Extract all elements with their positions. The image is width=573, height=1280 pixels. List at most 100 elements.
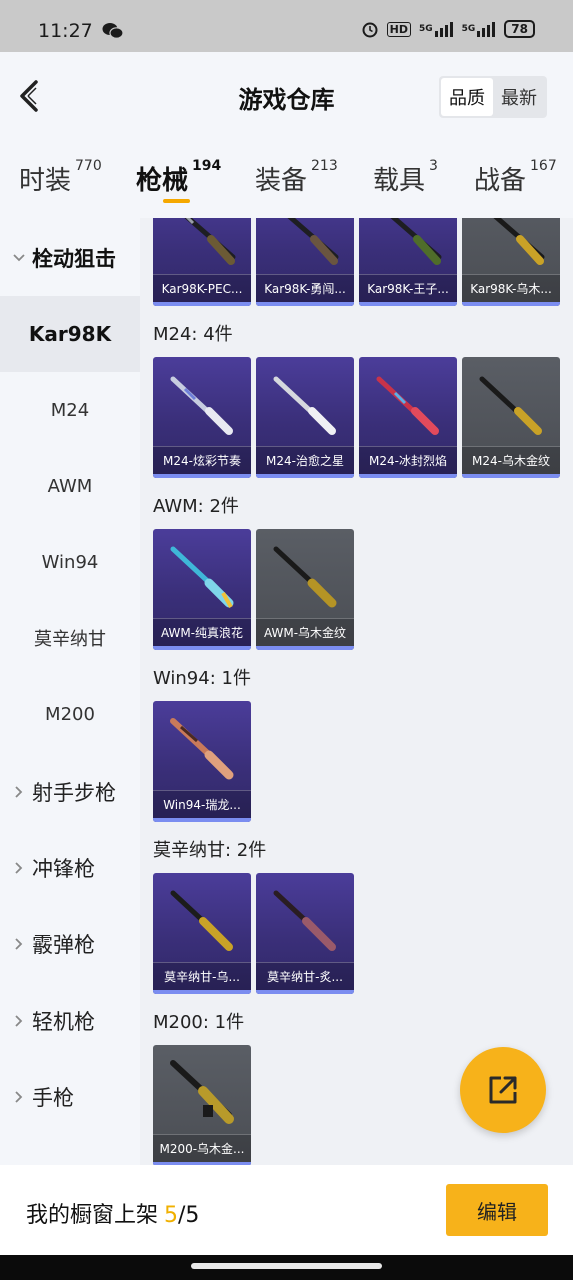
sort-newest-button[interactable]: 最新 (493, 78, 545, 116)
system-nav-bar (0, 1255, 573, 1280)
weapon-card-label: Win94-瑞龙... (153, 790, 251, 818)
chevron-right-icon (15, 862, 23, 874)
sidebar-item-awm[interactable]: AWM (0, 448, 140, 524)
sidebar-category-lmg[interactable]: 轻机枪 (0, 983, 140, 1059)
section-title-mosin: 莫辛纳甘: 2件 (153, 840, 267, 861)
section-title-win94: Win94: 1件 (153, 668, 251, 689)
weapon-card[interactable]: 莫辛纳甘-乌... (153, 873, 251, 994)
alarm-icon (362, 22, 378, 38)
rifle-icon (273, 376, 336, 435)
status-time: 11:27 (38, 20, 93, 42)
weapon-card-quality-bar (153, 990, 251, 994)
sidebar: 栓动狙击 Kar98K M24 AWM Win94 莫辛纳甘 M200 射手步枪… (0, 218, 140, 1165)
chevron-right-icon (15, 1091, 23, 1103)
weapon-card[interactable]: AWM-乌木金纹 (256, 529, 354, 650)
weapon-card[interactable]: M24-治愈之星 (256, 357, 354, 478)
rifle-icon (170, 718, 234, 780)
section-title-m200: M200: 1件 (153, 1012, 245, 1033)
chevron-right-icon (15, 1015, 23, 1027)
bottom-bar: 我的橱窗上架 5/5 编辑 (0, 1165, 573, 1255)
weapon-card[interactable]: M24-冰封烈焰 (359, 357, 457, 478)
signal-5g-icon: 5G (419, 21, 454, 37)
weapon-card-quality-bar (462, 474, 560, 478)
chevron-right-icon (15, 786, 23, 798)
tab-guns[interactable]: 枪械 194 (136, 158, 221, 197)
active-tab-indicator (163, 199, 190, 203)
weapon-card[interactable]: Kar98K-乌木... (462, 218, 560, 306)
weapon-card-quality-bar (256, 474, 354, 478)
rifle-icon (390, 218, 442, 265)
tab-supplies[interactable]: 战备 167 (474, 158, 557, 197)
sidebar-category-smg[interactable]: 冲锋枪 (0, 830, 140, 906)
weapon-card-label: M24-冰封烈焰 (359, 446, 457, 474)
home-indicator[interactable] (191, 1263, 382, 1269)
weapon-card-label: Kar98K-乌木... (462, 274, 560, 302)
weapon-card[interactable]: M200-乌木金... (153, 1045, 251, 1165)
rifle-icon (273, 890, 336, 951)
weapon-card-quality-bar (256, 302, 354, 306)
weapon-card-label: 莫辛纳甘-乌... (153, 962, 251, 990)
sidebar-category-pistol[interactable]: 手枪 (0, 1059, 140, 1135)
weapon-card-label: M24-乌木金纹 (462, 446, 560, 474)
weapon-card[interactable]: Kar98K-王子... (359, 218, 457, 306)
rifle-icon (170, 376, 233, 435)
wechat-icon (102, 23, 124, 39)
weapon-card-quality-bar (256, 990, 354, 994)
weapon-card-label: Kar98K-PEC... (153, 274, 251, 302)
weapon-card-label: Kar98K-勇闯... (256, 274, 354, 302)
showcase-label: 我的橱窗上架 (26, 1203, 159, 1228)
weapon-card[interactable]: M24-炫彩节奏 (153, 357, 251, 478)
sidebar-item-kar98k[interactable]: Kar98K (0, 296, 140, 372)
weapon-card-label: M24-炫彩节奏 (153, 446, 251, 474)
weapon-card[interactable]: 莫辛纳甘-炙... (256, 873, 354, 994)
sort-quality-button[interactable]: 品质 (441, 78, 493, 116)
showcase-used: 5 (164, 1203, 179, 1228)
rifle-icon (287, 218, 339, 265)
showcase-status: 我的橱窗上架 5/5 (26, 1197, 199, 1229)
rifle-icon (170, 1060, 234, 1124)
section-title-m24: M24: 4件 (153, 324, 233, 345)
tab-vehicles[interactable]: 载具 3 (373, 158, 438, 197)
weapon-card-quality-bar (153, 646, 251, 650)
weapon-card-label: Kar98K-王子... (359, 274, 457, 302)
sidebar-item-m200[interactable]: M200 (0, 676, 140, 752)
weapon-card-quality-bar (153, 302, 251, 306)
weapon-card-label: M24-治愈之星 (256, 446, 354, 474)
edit-button[interactable]: 编辑 (446, 1184, 548, 1236)
weapon-card[interactable]: Win94-瑞龙... (153, 701, 251, 822)
weapon-card-quality-bar (153, 818, 251, 822)
tab-equipment[interactable]: 装备 213 (255, 158, 338, 197)
rifle-icon (493, 218, 545, 265)
weapon-grid: Kar98K-PEC... Kar98K-勇闯... Kar98K-王子... … (140, 218, 573, 1165)
weapon-card[interactable]: M24-乌木金纹 (462, 357, 560, 478)
share-external-icon (489, 1076, 517, 1104)
sidebar-item-m24[interactable]: M24 (0, 372, 140, 448)
sidebar-item-mosin[interactable]: 莫辛纳甘 (0, 600, 140, 676)
share-button[interactable] (460, 1047, 546, 1133)
weapon-card-label: AWM-乌木金纹 (256, 618, 354, 646)
sidebar-category-bolt-action[interactable]: 栓动狙击 (0, 220, 140, 296)
category-tabs: 时装 770 枪械 194 装备 213 载具 3 战备 167 (0, 142, 573, 218)
sidebar-category-marksman[interactable]: 射手步枪 (0, 754, 140, 830)
weapon-card[interactable]: Kar98K-PEC... (153, 218, 251, 306)
weapon-card-label: M200-乌木金... (153, 1134, 251, 1162)
section-title-awm: AWM: 2件 (153, 496, 239, 517)
weapon-card-quality-bar (359, 474, 457, 478)
chevron-down-icon (13, 254, 25, 262)
weapon-card[interactable]: Kar98K-勇闯... (256, 218, 354, 306)
sidebar-category-shotgun[interactable]: 霰弹枪 (0, 906, 140, 982)
sidebar-item-win94[interactable]: Win94 (0, 524, 140, 600)
weapon-card[interactable]: AWM-纯真浪花 (153, 529, 251, 650)
weapon-card-label: AWM-纯真浪花 (153, 618, 251, 646)
rifle-icon (170, 546, 234, 608)
header: 游戏仓库 品质 最新 (0, 52, 573, 142)
rifle-icon (170, 890, 233, 951)
signal-5g-icon-2: 5G (462, 21, 497, 37)
hd-icon: HD (386, 21, 411, 37)
rifle-icon (376, 376, 439, 435)
rifle-icon (184, 218, 236, 265)
tab-fashion[interactable]: 时装 770 (19, 158, 102, 197)
rifle-icon (479, 376, 542, 435)
battery-indicator: 78 (504, 20, 535, 38)
weapon-card-label: 莫辛纳甘-炙... (256, 962, 354, 990)
